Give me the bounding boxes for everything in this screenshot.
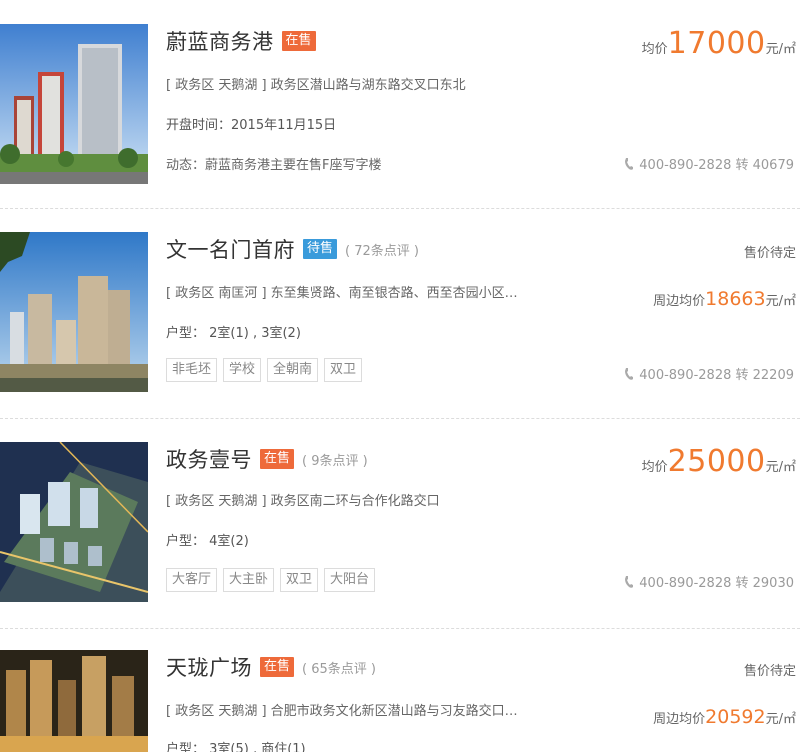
price-value: 17000 [667,26,766,61]
divider [0,208,800,209]
listing-address: [ 政务区 天鹅湖 ] 合肥市政务文化新区潜山路与习友路交口… [166,704,518,719]
listing-item: 政务壹号 在售 ( 9条点评 ) [ 政务区 天鹅湖 ] 政务区南二环与合作化路… [0,420,800,630]
price-value: 20592 [705,706,766,728]
listing-thumbnail[interactable] [0,232,148,392]
price-block: 周边均价20592元/㎡ [653,706,796,728]
price-note: 售价待定 [743,246,796,261]
divider [0,628,800,629]
review-count-link[interactable]: ( 72条点评 ) [345,240,419,259]
price-prefix: 周边均价 [653,294,706,309]
feature-tag: 非毛坯 [166,358,218,382]
feature-tag: 双卫 [280,568,319,592]
listing-item: 文一名门首府 待售 ( 72条点评 ) [ 政务区 南匡河 ] 东至集贤路、南至… [0,210,800,420]
feature-tag: 双卫 [324,358,363,382]
feature-tag: 学校 [223,358,262,382]
phone-contact: 400-890-2828 转 22209 [624,364,794,383]
listing-news[interactable]: 动态：蔚蓝商务港主要在售F座写字楼 [166,154,381,173]
listing-thumbnail[interactable] [0,24,148,184]
price-prefix: 周边均价 [653,712,706,727]
listing-title[interactable]: 文一名门首府 [166,234,295,264]
listing-thumbnail[interactable] [0,442,148,602]
feature-tag: 大阳台 [324,568,376,592]
listing-address: [ 政务区 天鹅湖 ] 政务区潜山路与湖东路交叉口东北 [166,78,466,93]
phone-number: 400-890-2828 转 40679 [639,158,794,173]
listing-thumbnail[interactable] [0,650,148,752]
price-block: 均价25000元/㎡ [642,444,796,479]
status-badge: 待售 [303,239,338,259]
phone-number: 400-890-2828 转 22209 [639,368,794,383]
price-prefix: 均价 [641,42,668,57]
unit-types: 户型： 3室(5) , 商住(1) [166,742,306,752]
listing-address: [ 政务区 天鹅湖 ] 政务区南二环与合作化路交口 [166,494,440,509]
listing-address: [ 政务区 南匡河 ] 东至集贤路、南至银杏路、西至杏园小区… [166,286,518,301]
phone-icon [625,575,634,588]
phone-number: 400-890-2828 转 29030 [639,576,794,591]
price-unit: 元/㎡ [765,294,796,309]
price-prefix: 均价 [641,460,668,475]
listing-title[interactable]: 蔚蓝商务港 [166,26,274,56]
price-block: 周边均价18663元/㎡ [653,288,796,310]
status-badge: 在售 [260,449,295,469]
feature-tag: 大客厅 [166,568,218,592]
price-value: 25000 [667,444,766,479]
opening-date: 开盘时间：2015年11月15日 [166,118,337,133]
feature-tags: 非毛坯 学校 全朝南 双卫 [166,358,363,382]
phone-contact: 400-890-2828 转 40679 [624,154,794,173]
feature-tag: 大主卧 [223,568,275,592]
phone-icon [625,367,634,380]
price-block: 均价17000元/㎡ [642,26,796,61]
listing-title[interactable]: 政务壹号 [166,444,252,474]
feature-tag: 全朝南 [267,358,319,382]
unit-types: 户型： 4室(2) [166,534,249,549]
price-unit: 元/㎡ [765,42,796,57]
review-count-link[interactable]: ( 65条点评 ) [302,658,376,677]
status-badge: 在售 [260,657,295,677]
listing-item: 蔚蓝商务港 在售 [ 政务区 天鹅湖 ] 政务区潜山路与湖东路交叉口东北 开盘时… [0,0,800,210]
phone-icon [625,157,634,170]
divider [0,418,800,419]
feature-tags: 大客厅 大主卧 双卫 大阳台 [166,568,376,592]
price-unit: 元/㎡ [765,712,796,727]
price-value: 18663 [705,288,766,310]
price-note: 售价待定 [743,664,796,679]
listing-item: 天珑广场 在售 ( 65条点评 ) [ 政务区 天鹅湖 ] 合肥市政务文化新区潜… [0,630,800,752]
listing-title[interactable]: 天珑广场 [166,652,252,682]
unit-types: 户型： 2室(1) , 3室(2) [166,326,301,341]
status-badge: 在售 [281,31,316,51]
review-count-link[interactable]: ( 9条点评 ) [302,450,368,469]
price-unit: 元/㎡ [765,460,796,475]
phone-contact: 400-890-2828 转 29030 [624,572,794,591]
